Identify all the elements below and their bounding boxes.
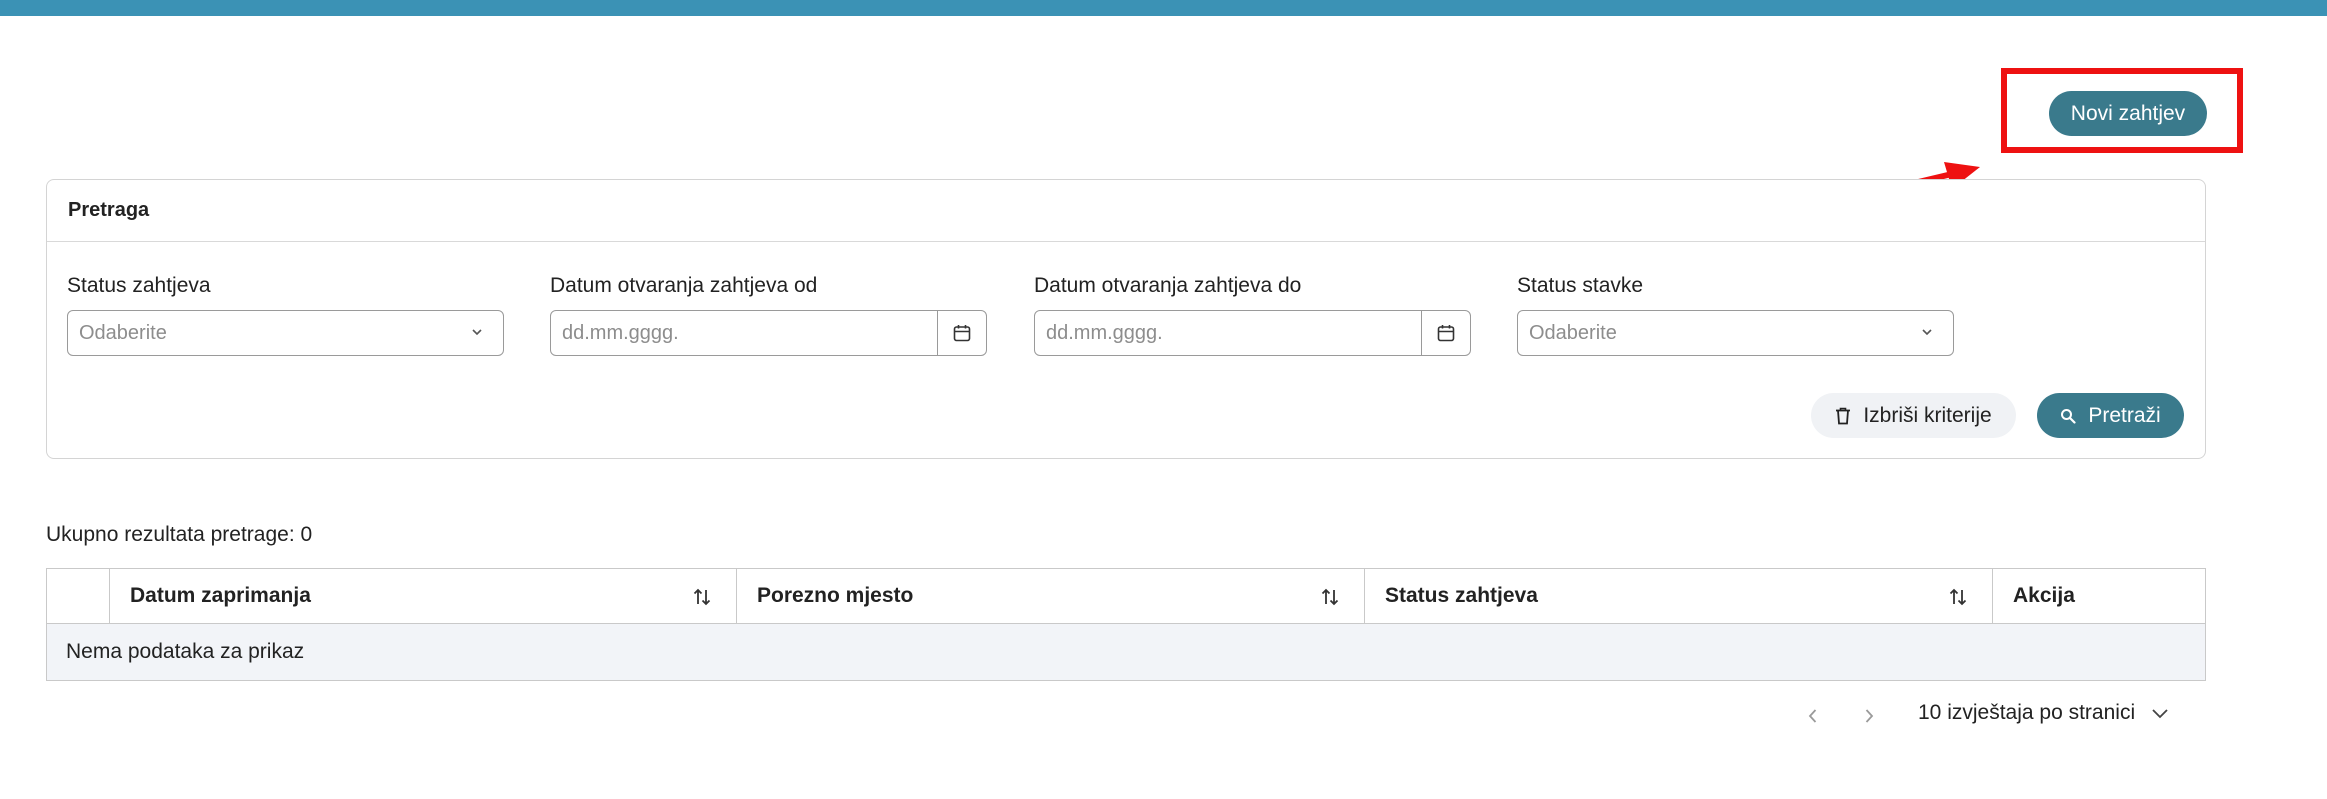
column-header-label: Porezno mjesto	[757, 584, 914, 607]
column-header-akcija: Akcija	[1992, 569, 2205, 623]
search-panel-title: Pretraga	[47, 180, 2205, 242]
column-header-label: Akcija	[2013, 584, 2075, 607]
date-to-input[interactable]	[1035, 311, 1421, 355]
status-request-placeholder: Odaberite	[79, 321, 167, 344]
calendar-icon	[1437, 325, 1455, 342]
date-to-field	[1034, 310, 1471, 356]
next-page-icon[interactable]	[1859, 706, 1879, 726]
results-table: Datum zaprimanja Porezno mjesto Status z…	[46, 568, 2206, 681]
status-item-select[interactable]: Odaberite	[1517, 310, 1954, 356]
column-header-label: Status zahtjeva	[1385, 584, 1538, 607]
sort-icon[interactable]	[692, 586, 712, 608]
date-from-input[interactable]	[551, 311, 937, 355]
search-button[interactable]: Pretraži	[2037, 393, 2184, 438]
sort-icon[interactable]	[1948, 586, 1968, 608]
date-from-calendar-button[interactable]	[937, 311, 986, 355]
status-item-placeholder: Odaberite	[1529, 321, 1617, 344]
status-request-label: Status zahtjeva	[67, 274, 211, 297]
empty-table-message: Nema podataka za prikaz	[47, 624, 2205, 680]
column-header-label: Datum zaprimanja	[130, 584, 311, 607]
clear-criteria-button[interactable]: Izbriši kriterije	[1811, 393, 2016, 438]
page-size-selector[interactable]: 10 izvještaja po stranici	[1918, 701, 2171, 725]
sort-icon[interactable]	[1320, 586, 1340, 608]
chevron-down-icon	[472, 329, 482, 336]
date-to-calendar-button[interactable]	[1421, 311, 1470, 355]
column-header-status-zahtjeva[interactable]: Status zahtjeva	[1364, 569, 1992, 623]
results-count: Ukupno rezultata pretrage: 0	[46, 523, 313, 546]
column-header-porezno-mjesto[interactable]: Porezno mjesto	[736, 569, 1364, 623]
status-request-select[interactable]: Odaberite	[67, 310, 504, 356]
clear-criteria-label: Izbriši kriterije	[1863, 403, 1992, 427]
page-size-label: 10 izvještaja po stranici	[1918, 701, 2136, 724]
table-header: Datum zaprimanja Porezno mjesto Status z…	[47, 569, 2205, 624]
trash-icon	[1836, 407, 1851, 424]
date-to-label: Datum otvaranja zahtjeva do	[1034, 274, 1302, 297]
chevron-down-icon	[1922, 329, 1932, 336]
search-button-label: Pretraži	[2088, 403, 2161, 427]
status-item-label: Status stavke	[1517, 274, 1644, 297]
date-from-label: Datum otvaranja zahtjeva od	[550, 274, 818, 297]
new-request-button[interactable]: Novi zahtjev	[2049, 91, 2207, 136]
date-from-field	[550, 310, 987, 356]
column-header-datum-zaprimanja[interactable]: Datum zaprimanja	[109, 569, 736, 623]
chevron-down-icon	[2152, 709, 2168, 719]
top-bar	[0, 0, 2327, 16]
calendar-icon	[953, 325, 971, 342]
select-column-header	[47, 569, 109, 623]
previous-page-icon[interactable]	[1803, 706, 1823, 726]
search-icon	[2061, 408, 2076, 424]
